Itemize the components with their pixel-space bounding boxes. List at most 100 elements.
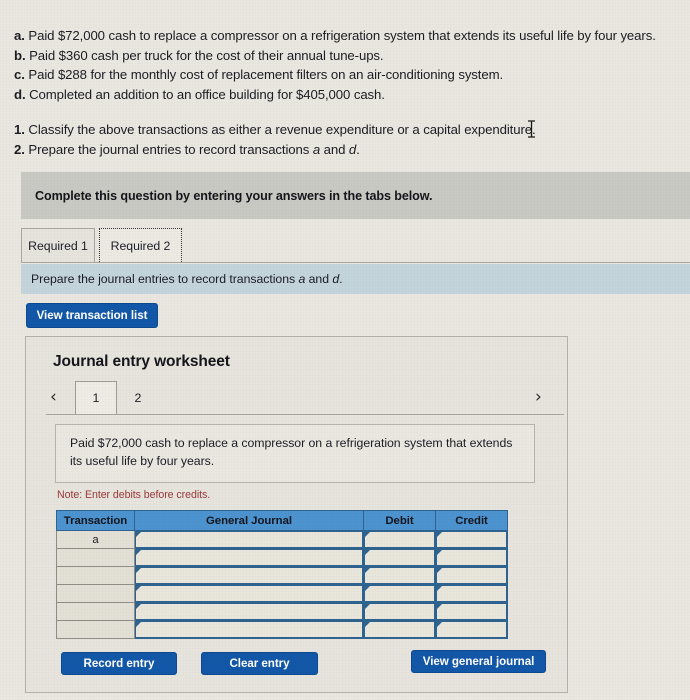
view-transaction-list-button[interactable]: View transaction list — [26, 303, 158, 328]
debit-input[interactable] — [364, 531, 435, 548]
requirement-marker: 2. — [14, 141, 25, 157]
tab-required-1[interactable]: Required 1 — [21, 228, 95, 262]
problem-item-text: Paid $288 for the monthly cost of replac… — [28, 67, 504, 82]
cell-transaction: a — [56, 530, 135, 549]
view-general-journal-label: View general journal — [422, 655, 535, 668]
debit-input[interactable] — [364, 585, 435, 602]
worksheet-pager: ‹ 1 2 › — [46, 381, 564, 417]
worksheet-page-2[interactable]: 2 — [117, 381, 159, 414]
problem-item: a. Paid $72,000 cash to replace a compre… — [14, 26, 676, 46]
table-row — [56, 602, 508, 621]
debit-input[interactable] — [364, 603, 435, 620]
requirement-sub-banner: Prepare the journal entries to record tr… — [21, 264, 690, 294]
credit-input[interactable] — [436, 531, 507, 548]
cell-credit — [435, 566, 508, 585]
general-journal-input[interactable] — [135, 549, 363, 566]
worksheet-title: Journal entry worksheet — [53, 353, 230, 370]
general-journal-input[interactable] — [135, 585, 363, 602]
requirements-list: 1. Classify the above transactions as ei… — [14, 120, 676, 159]
problem-item: b. Paid $360 cash per truck for the cost… — [14, 46, 676, 66]
problem-item: d. Completed an addition to an office bu… — [14, 85, 676, 105]
column-header-general-journal: General Journal — [134, 510, 364, 531]
requirement-item: 1. Classify the above transactions as ei… — [14, 120, 676, 140]
cell-credit — [435, 602, 508, 621]
journal-entry-table: Transaction General Journal Debit Credit… — [56, 510, 508, 639]
cell-transaction — [56, 566, 135, 585]
table-row — [56, 548, 508, 567]
view-transaction-list-label: View transaction list — [36, 309, 148, 322]
tab-required-2-label: Required 2 — [110, 238, 171, 253]
tab-required-1-label: Required 1 — [28, 238, 88, 253]
requirement-sub-banner-text: Prepare the journal entries to record tr… — [31, 272, 343, 286]
requirement-text: Classify the above transactions as eithe… — [28, 122, 536, 137]
cell-transaction — [56, 584, 135, 603]
table-header-row: Transaction General Journal Debit Credit — [56, 510, 508, 531]
tabstrip-divider — [21, 262, 690, 263]
cell-debit — [363, 530, 436, 549]
cell-transaction — [56, 620, 135, 639]
credit-input[interactable] — [436, 585, 507, 602]
requirement-item: 2. Prepare the journal entries to record… — [14, 140, 676, 160]
required-tabstrip: Required 1 Required 2 — [21, 228, 690, 263]
cell-general-journal — [134, 620, 364, 639]
column-header-credit: Credit — [435, 510, 508, 531]
worksheet-pager-divider — [46, 414, 564, 415]
worksheet-page-1-label: 1 — [92, 391, 100, 405]
problem-item-marker: b. — [14, 47, 26, 63]
cell-credit — [435, 548, 508, 567]
cell-transaction — [56, 602, 135, 621]
cell-debit — [363, 602, 436, 621]
cell-credit — [435, 584, 508, 603]
cell-credit — [435, 620, 508, 639]
table-row: a — [56, 530, 508, 549]
chevron-left-icon[interactable]: ‹ — [50, 387, 57, 407]
general-journal-input[interactable] — [135, 603, 363, 620]
problem-item: c. Paid $288 for the monthly cost of rep… — [14, 65, 676, 85]
cell-general-journal — [134, 530, 364, 549]
requirement-text: Prepare the journal entries to record tr… — [28, 141, 360, 157]
view-general-journal-button[interactable]: View general journal — [411, 650, 546, 673]
chevron-right-icon[interactable]: › — [535, 387, 542, 407]
complete-question-text: Complete this question by entering your … — [35, 188, 433, 203]
problem-item-marker: c. — [14, 67, 25, 82]
debit-input[interactable] — [364, 549, 435, 566]
clear-entry-label: Clear entry — [229, 657, 290, 670]
general-journal-input[interactable] — [135, 567, 363, 584]
worksheet-page-2-label: 2 — [134, 390, 142, 405]
credit-input[interactable] — [436, 603, 507, 620]
column-header-transaction: Transaction — [56, 510, 135, 531]
table-row — [56, 620, 508, 639]
general-journal-input[interactable] — [135, 621, 363, 638]
record-entry-button[interactable]: Record entry — [61, 652, 177, 675]
cell-debit — [363, 548, 436, 567]
credit-input[interactable] — [436, 621, 507, 638]
worksheet-page-1[interactable]: 1 — [75, 381, 117, 414]
cell-transaction — [56, 548, 135, 567]
transaction-description-box: Paid $72,000 cash to replace a compresso… — [55, 424, 535, 483]
table-row — [56, 584, 508, 603]
journal-entry-worksheet-panel: Journal entry worksheet ‹ 1 2 › Paid $72… — [25, 336, 568, 693]
cell-general-journal — [134, 584, 364, 603]
debit-input[interactable] — [364, 567, 435, 584]
problem-item-text: Completed an addition to an office build… — [29, 86, 385, 102]
cell-debit — [363, 620, 436, 639]
tab-required-2[interactable]: Required 2 — [99, 228, 182, 262]
requirement-marker: 1. — [14, 122, 25, 137]
cell-debit — [363, 584, 436, 603]
cell-credit — [435, 530, 508, 549]
credit-input[interactable] — [436, 549, 507, 566]
cell-general-journal — [134, 602, 364, 621]
problem-item-text: Paid $72,000 cash to replace a compresso… — [28, 28, 656, 43]
complete-question-banner: Complete this question by entering your … — [21, 172, 690, 219]
table-row — [56, 566, 508, 585]
clear-entry-button[interactable]: Clear entry — [201, 652, 318, 675]
problem-statement-list: a. Paid $72,000 cash to replace a compre… — [14, 26, 676, 104]
debits-before-credits-note: Note: Enter debits before credits. — [57, 489, 211, 501]
problem-item-text: Paid $360 cash per truck for the cost of… — [29, 47, 384, 63]
debit-input[interactable] — [364, 621, 435, 638]
cell-general-journal — [134, 566, 364, 585]
column-header-debit: Debit — [363, 510, 436, 531]
problem-item-marker: a. — [14, 28, 25, 43]
credit-input[interactable] — [436, 567, 507, 584]
general-journal-input[interactable] — [135, 531, 363, 548]
